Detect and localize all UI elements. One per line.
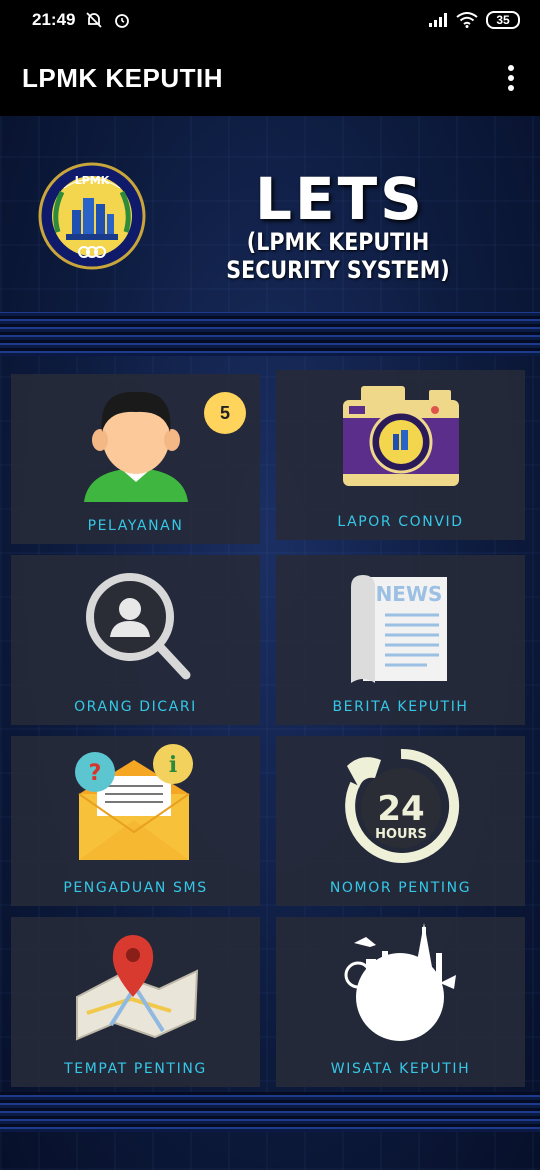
magnifier-person-icon xyxy=(85,573,190,680)
header-divider xyxy=(0,312,540,356)
menu-tile-berita-keputih[interactable]: NEWS BERITA KEPUTIH xyxy=(276,555,525,725)
svg-text:24: 24 xyxy=(377,789,424,829)
person-icon xyxy=(83,391,188,502)
tile-label: BERITA KEPUTIH xyxy=(332,699,469,715)
app-bar: LPMK KEPUTIH xyxy=(0,40,540,116)
dnd-off-icon xyxy=(86,12,103,28)
alarm-icon xyxy=(115,14,130,28)
menu-tile-pelayanan[interactable]: 5 PELAYANAN xyxy=(11,374,260,544)
menu-tile-pengaduan-sms[interactable]: ? i PENGADUAN SMS xyxy=(11,736,260,906)
signal-icon xyxy=(429,13,447,27)
svg-text:NEWS: NEWS xyxy=(375,582,442,606)
footer-divider xyxy=(0,1092,540,1132)
envelope-icon: ? i xyxy=(74,744,193,860)
menu-tile-tempat-penting[interactable]: TEMPAT PENTING xyxy=(11,917,260,1087)
menu-tile-orang-dicari[interactable]: ORANG DICARI xyxy=(11,555,260,725)
tile-label: PENGADUAN SMS xyxy=(63,880,208,896)
phone-24-icon: 24 HOURS xyxy=(344,748,459,863)
svg-text:HOURS: HOURS xyxy=(375,827,427,842)
app-brand-subtitle: (LPMK KEPUTIH SECURITY SYSTEM) xyxy=(226,228,450,284)
camera-icon xyxy=(342,386,459,486)
app-title: LPMK KEPUTIH xyxy=(22,62,223,93)
lpmk-logo: LPMK xyxy=(38,162,146,270)
svg-text:i: i xyxy=(168,752,176,778)
battery-indicator: 35 xyxy=(486,11,520,29)
tile-label: WISATA KEPUTIH xyxy=(330,1061,471,1077)
tile-label: LAPOR CONVID xyxy=(337,514,464,530)
wifi-icon xyxy=(456,12,478,28)
status-bar: 21:49 35 xyxy=(0,0,540,40)
status-time: 21:49 xyxy=(32,10,76,29)
newspaper-icon: NEWS xyxy=(350,575,447,683)
app-brand-title: LETS xyxy=(255,165,425,233)
tile-label: TEMPAT PENTING xyxy=(64,1061,207,1077)
notification-badge: 5 xyxy=(204,392,246,434)
globe-landmarks-icon xyxy=(344,923,456,1041)
tile-label: PELAYANAN xyxy=(87,518,184,534)
menu-tile-lapor-convid[interactable]: LAPOR CONVID xyxy=(276,370,525,540)
menu-tile-nomor-penting[interactable]: 24 HOURS NOMOR PENTING xyxy=(276,736,525,906)
menu-tile-wisata-keputih[interactable]: WISATA KEPUTIH xyxy=(276,917,525,1087)
svg-text:LPMK: LPMK xyxy=(75,174,110,187)
map-pin-icon xyxy=(75,935,198,1041)
tile-label: NOMOR PENTING xyxy=(329,880,472,896)
svg-text:?: ? xyxy=(88,761,101,786)
tile-label: ORANG DICARI xyxy=(74,699,197,715)
more-vert-icon[interactable] xyxy=(504,59,518,97)
